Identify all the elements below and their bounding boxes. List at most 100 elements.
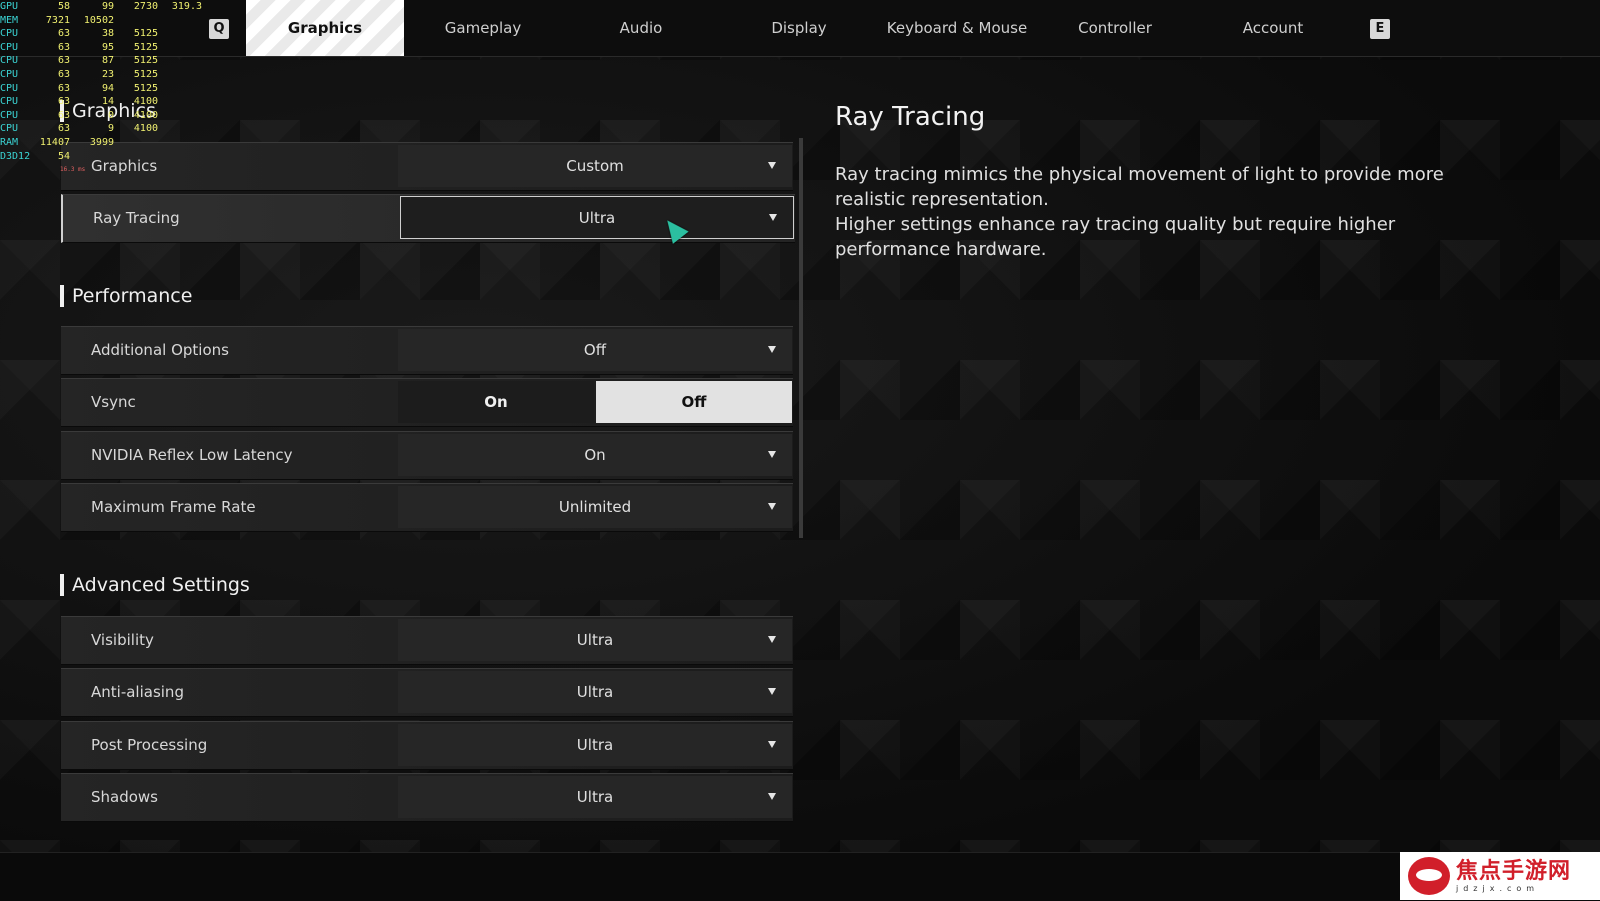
vsync-off-button[interactable]: Off: [596, 381, 792, 423]
overlay-a: 63: [57, 55, 70, 67]
overlay-label: CPU: [0, 96, 19, 108]
tab-keyboard-mouse[interactable]: Keyboard & Mouse: [878, 0, 1036, 56]
overlay-b: 94: [101, 82, 114, 94]
section-title-advanced: Advanced Settings: [60, 574, 250, 596]
watermark-logo-icon: [1408, 857, 1450, 895]
overlay-row: CPU 63 38 5125: [0, 27, 240, 41]
overlay-label: MEM: [0, 14, 19, 26]
next-tab-key[interactable]: E: [1370, 19, 1390, 39]
graphics-preset-dropdown[interactable]: Custom: [398, 145, 792, 187]
info-title: Ray Tracing: [835, 102, 986, 132]
top-nav: Q Graphics Gameplay Audio Display Keyboa…: [0, 0, 1600, 57]
setting-row-additional-options[interactable]: Additional Options Off: [61, 326, 793, 375]
dropdown-value: Ultra: [576, 788, 614, 806]
overlay-a: 7321: [45, 14, 70, 26]
visibility-dropdown[interactable]: Ultra: [398, 619, 792, 661]
hardware-overlay: GPU 58 99 2730 319.3 MEM 7321 10502 CPU 63 38 5125 C…: [0, 0, 240, 177]
overlay-b: 3999: [89, 136, 114, 148]
overlay-b: 95: [101, 41, 114, 53]
overlay-label: CPU: [0, 123, 19, 135]
overlay-b: 0: [107, 109, 114, 121]
section-title-performance: Performance: [60, 285, 192, 307]
bottom-bar: [0, 852, 1600, 901]
overlay-a: 63: [57, 28, 70, 40]
overlay-label: CPU: [0, 109, 19, 121]
tab-audio[interactable]: Audio: [562, 0, 720, 56]
setting-row-ray-tracing[interactable]: Ray Tracing Ultra: [61, 194, 795, 243]
overlay-row: CPU 63 14 4100: [0, 95, 240, 109]
dropdown-value: Unlimited: [558, 498, 632, 516]
overlay-b: 10502: [83, 14, 114, 26]
settings-scrollbar[interactable]: [799, 138, 803, 538]
dropdown-caret-icon: [768, 162, 776, 169]
overlay-row: CPU 63 87 5125: [0, 54, 240, 68]
dropdown-value: Ultra: [576, 683, 614, 701]
overlay-a: 63: [57, 109, 70, 121]
tab-controller[interactable]: Controller: [1036, 0, 1194, 56]
setting-label: Visibility: [91, 631, 154, 649]
tab-gameplay[interactable]: Gameplay: [404, 0, 562, 56]
setting-label: Anti-aliasing: [91, 683, 184, 701]
ray-tracing-dropdown[interactable]: Ultra: [400, 196, 794, 239]
setting-row-post-processing[interactable]: Post Processing Ultra: [61, 721, 793, 770]
overlay-label: CPU: [0, 41, 19, 53]
overlay-row: CPU 63 0 4100: [0, 109, 240, 123]
overlay-row: GPU 58 99 2730 319.3: [0, 0, 240, 14]
setting-label: Shadows: [91, 788, 159, 806]
max-frame-rate-dropdown[interactable]: Unlimited: [398, 486, 792, 528]
additional-options-dropdown[interactable]: Off: [398, 329, 792, 371]
dropdown-value: Ultra: [576, 631, 614, 649]
setting-label: Maximum Frame Rate: [91, 498, 256, 516]
tab-account[interactable]: Account: [1194, 0, 1352, 56]
overlay-row: CPU 63 9 4100: [0, 122, 240, 136]
overlay-b: 23: [101, 68, 114, 80]
setting-row-reflex[interactable]: NVIDIA Reflex Low Latency On: [61, 431, 793, 480]
overlay-a: 63: [57, 82, 70, 94]
overlay-c: 2730: [133, 1, 158, 12]
reflex-dropdown[interactable]: On: [398, 434, 792, 476]
setting-row-max-frame-rate[interactable]: Maximum Frame Rate Unlimited: [61, 483, 793, 532]
overlay-c: 4100: [133, 109, 158, 121]
tab-display[interactable]: Display: [720, 0, 878, 56]
vsync-on-button[interactable]: On: [398, 381, 594, 423]
overlay-label: RAM: [0, 136, 19, 148]
setting-row-shadows[interactable]: Shadows Ultra: [61, 773, 793, 822]
dropdown-caret-icon: [768, 503, 776, 510]
overlay-a: 11407: [39, 136, 70, 148]
setting-row-visibility[interactable]: Visibility Ultra: [61, 616, 793, 665]
info-description: Ray tracing mimics the physical movement…: [835, 162, 1495, 262]
dropdown-caret-icon: [768, 793, 776, 800]
overlay-row: RAM 11407 3999: [0, 136, 240, 150]
dropdown-value: Custom: [566, 157, 624, 175]
watermark-cn: 焦点手游网: [1456, 858, 1572, 884]
dropdown-caret-icon: [768, 451, 776, 458]
overlay-d: 319.3: [171, 1, 202, 12]
overlay-b: 99: [101, 1, 114, 12]
shadows-dropdown[interactable]: Ultra: [398, 776, 792, 818]
watermark-text: 焦点手游网 jdzjx.com: [1456, 858, 1572, 893]
post-processing-dropdown[interactable]: Ultra: [398, 724, 792, 766]
setting-row-anti-aliasing[interactable]: Anti-aliasing Ultra: [61, 668, 793, 717]
setting-label: Ray Tracing: [93, 209, 180, 227]
overlay-c: 5125: [133, 82, 158, 94]
dropdown-value: Off: [583, 341, 607, 359]
setting-label: Additional Options: [91, 341, 229, 359]
setting-row-vsync[interactable]: Vsync On Off: [61, 378, 793, 427]
overlay-a: 63: [57, 41, 70, 53]
overlay-b: 14: [101, 96, 114, 108]
dropdown-value: Ultra: [576, 736, 614, 754]
overlay-b: 9: [107, 123, 114, 135]
dropdown-caret-icon: [768, 688, 776, 695]
watermark-url: jdzjx.com: [1456, 883, 1540, 893]
overlay-b: 87: [101, 55, 114, 67]
overlay-b: 38: [101, 28, 114, 40]
overlay-label: GPU: [0, 1, 19, 12]
tab-graphics[interactable]: Graphics: [246, 0, 404, 56]
overlay-row: CPU 63 95 5125: [0, 41, 240, 55]
overlay-row: MEM 7321 10502: [0, 14, 240, 28]
overlay-a: 58: [57, 1, 70, 12]
overlay-c: 5125: [133, 68, 158, 80]
overlay-label: D3D12: [0, 150, 31, 162]
dropdown-caret-icon: [768, 636, 776, 643]
anti-aliasing-dropdown[interactable]: Ultra: [398, 671, 792, 713]
